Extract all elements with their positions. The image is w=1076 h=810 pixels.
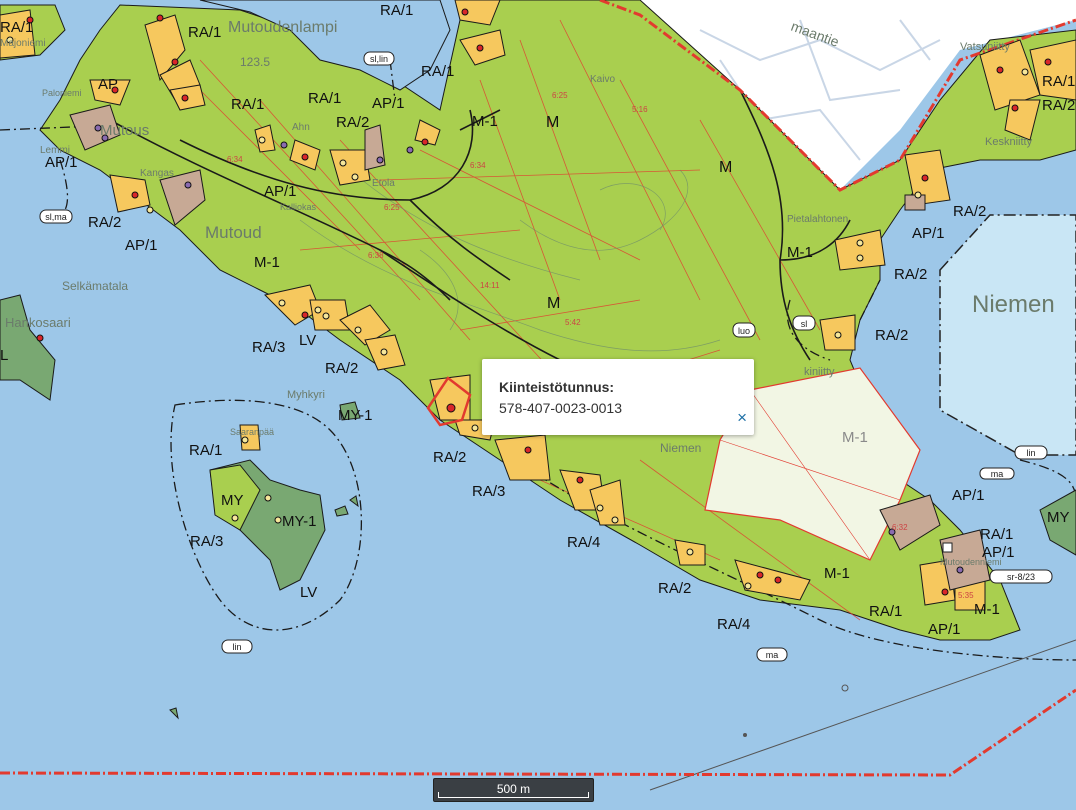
label-lv-a: LV: [299, 332, 316, 349]
label-ra1-g: RA/1: [869, 603, 902, 620]
place-niemen-right: Niemen: [972, 291, 1055, 318]
svg-text:6:34: 6:34: [227, 155, 243, 164]
place-ahn: Ahn: [292, 122, 310, 133]
label-ap1-g: AP/1: [912, 225, 945, 242]
place-saaranpaa: Saaranpää: [230, 427, 274, 437]
place-mutous: Mutous: [100, 122, 149, 139]
popup-title: Kiinteistötunnus:: [499, 379, 615, 395]
svg-text:6:32: 6:32: [892, 523, 908, 532]
label-my1-a: MY-1: [338, 407, 372, 424]
label-ra2-b: RA/2: [88, 214, 121, 231]
label-ap1-b: AP/1: [264, 183, 297, 200]
label-ra2-i: RA/2: [1042, 97, 1075, 114]
popup-value: 578-407-0023-0013: [499, 400, 622, 416]
label-m1-c: M-1: [824, 565, 850, 582]
label-ap1-f: AP/1: [982, 544, 1015, 561]
tag-lin-island: lin: [232, 642, 241, 652]
label-ra1-b: RA/1: [380, 2, 413, 19]
map-view[interactable]: sl,lin sl,ma luo sl lin ma lin ma sr-8/2…: [0, 0, 1076, 810]
label-ra3-island: RA/3: [190, 533, 223, 550]
place-mutoudenlampi: Mutoudenlampi: [228, 19, 337, 36]
tag-ma-right: ma: [991, 469, 1004, 479]
tag-sl-ma: sl,ma: [45, 212, 67, 222]
place-kiniitty: kiniitty: [804, 366, 835, 378]
label-ap1-a: AP/1: [372, 95, 405, 112]
label-ap1-e: AP/1: [952, 487, 985, 504]
info-popup: Kiinteistötunnus: 578-407-0023-0013 ×: [482, 359, 754, 435]
label-ra1-d: RA/1: [231, 96, 264, 113]
close-icon[interactable]: ×: [737, 409, 747, 426]
label-m1-b: M-1: [254, 254, 280, 271]
label-ra2-f: RA/2: [894, 266, 927, 283]
label-ra2-d: RA/2: [433, 449, 466, 466]
tag-luo: luo: [738, 326, 750, 336]
label-ra2-a: RA/2: [336, 114, 369, 131]
label-ap1-d: AP/1: [928, 621, 961, 638]
svg-text:6:38: 6:38: [368, 251, 384, 260]
label-ra3-b: RA/3: [472, 483, 505, 500]
place-selkamatala: Selkämatala: [62, 279, 128, 293]
label-m1-d: M-1: [974, 601, 1000, 618]
label-m-c: M: [547, 295, 560, 312]
label-my-island: MY: [221, 492, 244, 509]
place-kangas: Kangas: [140, 168, 174, 179]
scale-bar: 500 m: [433, 778, 594, 802]
tag-lin-right: lin: [1026, 448, 1035, 458]
label-ra2-g: RA/2: [875, 327, 908, 344]
label-m-a: M: [546, 114, 559, 131]
place-paloniemi: Paloniemi: [42, 88, 82, 98]
label-ap1-left: AP/1: [45, 154, 78, 171]
label-m-b: M: [719, 159, 732, 176]
place-elev: 123.5: [240, 55, 270, 69]
label-lv-island: LV: [300, 584, 317, 601]
label-ra1-e: RA/1: [308, 90, 341, 107]
label-ap1-c: AP/1: [125, 237, 158, 254]
svg-text:6:34: 6:34: [470, 161, 486, 170]
label-m1-selected: M-1: [842, 429, 868, 446]
place-kalliokas: Kalliokas: [280, 202, 317, 212]
label-m1-selected-top: M-1: [787, 244, 813, 261]
label-my1-island: MY-1: [282, 513, 316, 530]
svg-text:6:25: 6:25: [384, 203, 400, 212]
place-hankosaari: Hankosaari: [5, 315, 71, 330]
label-ra1-top: RA/1: [188, 24, 221, 41]
place-kaivo: Kaivo: [590, 74, 615, 85]
place-mutoud: Mutoud: [205, 223, 262, 242]
label-ra1-c: RA/1: [421, 63, 454, 80]
open-water-area: [939, 214, 1076, 456]
label-ra4-b: RA/4: [717, 616, 750, 633]
place-keskniitty: Keskniitty: [985, 136, 1033, 148]
place-vatsuniitty: Vatsuniitty: [960, 41, 1010, 53]
tag-ma-bottom: ma: [766, 650, 779, 660]
grid-point: [743, 733, 747, 737]
place-nieme: Niemen: [660, 441, 701, 455]
place-majoniemi: Majoniemi: [0, 38, 46, 49]
place-myhkyri: Myhkyri: [287, 389, 325, 401]
label-ra1-topleft: RA/1: [0, 19, 33, 36]
label-l-left: L: [0, 347, 8, 364]
label-m1-a: M-1: [472, 113, 498, 130]
tag-sr: sr-8/23: [1007, 572, 1035, 582]
tag-sl-lin: sl,lin: [370, 54, 388, 64]
label-ap-left: AP: [98, 76, 118, 93]
label-ra2-e: RA/2: [658, 580, 691, 597]
place-etola: Etola: [372, 178, 395, 189]
label-ra2-c: RA/2: [325, 360, 358, 377]
label-ra1-h: RA/1: [980, 526, 1013, 543]
svg-text:5:16: 5:16: [632, 105, 648, 114]
label-ra2-h: RA/2: [953, 203, 986, 220]
svg-text:14:11: 14:11: [480, 281, 500, 290]
svg-text:5:35: 5:35: [958, 591, 974, 600]
scale-bar-ticks: [438, 792, 589, 798]
label-ra1-f: RA/1: [1042, 73, 1075, 90]
svg-text:5:42: 5:42: [565, 318, 581, 327]
svg-text:6:25: 6:25: [552, 91, 568, 100]
label-ra3-a: RA/3: [252, 339, 285, 356]
label-ra4-a: RA/4: [567, 534, 600, 551]
label-ra1-island: RA/1: [189, 442, 222, 459]
tag-sl: sl: [801, 319, 808, 329]
label-my-right: MY: [1047, 509, 1070, 526]
place-lahtonen: Pietalahtonen: [787, 214, 848, 225]
